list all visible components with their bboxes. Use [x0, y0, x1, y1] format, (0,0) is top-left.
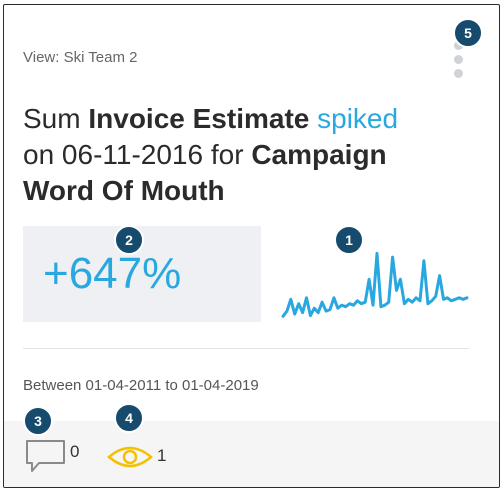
headline-dimension: Campaign [251, 139, 387, 170]
comments-count: 0 [70, 442, 80, 461]
view-label: View: Ski Team 2 [23, 49, 138, 66]
divider [23, 348, 469, 349]
date-range: Between 01-04-2011 to 01-04-2019 [23, 377, 259, 394]
headline-measure: Invoice Estimate [88, 103, 310, 134]
sparkline-series [281, 251, 469, 318]
headline-dimension-value: Word Of Mouth [23, 175, 225, 206]
comment-icon[interactable] [24, 438, 68, 474]
eye-icon[interactable] [106, 443, 154, 471]
headline-prefix: Sum [23, 103, 81, 134]
insight-headline: Sum Invoice Estimate spiked on 06-11-201… [23, 101, 483, 209]
insight-card: View: Ski Team 2 Sum Invoice Estimate sp… [3, 4, 500, 488]
change-percent-value: +647% [43, 249, 182, 298]
annotation-badge-4: 4 [114, 403, 144, 433]
headline-trend: spiked [317, 103, 399, 134]
views-count: 1 [157, 446, 167, 465]
headline-date-phrase: on 06-11-2016 for [23, 139, 244, 170]
kebab-dot [454, 55, 463, 64]
sparkline-chart [281, 251, 469, 318]
annotation-badge-2: 2 [114, 225, 144, 255]
annotation-badge-3: 3 [23, 406, 53, 436]
annotation-badge-1: 1 [334, 225, 364, 255]
annotation-badge-5: 5 [453, 18, 483, 48]
kebab-dot [454, 69, 463, 78]
